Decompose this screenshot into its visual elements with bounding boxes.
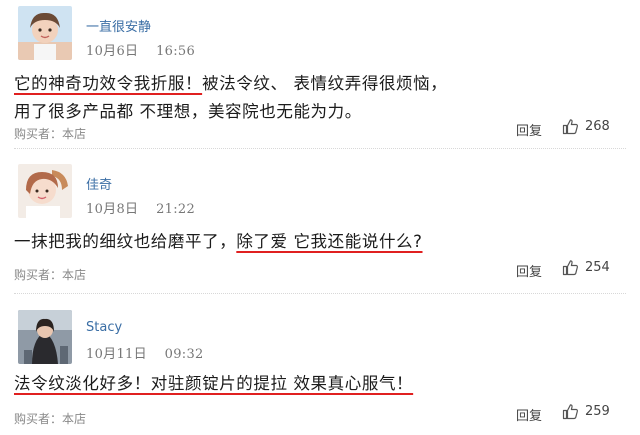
thumbs-up-icon [562, 403, 579, 420]
comment-date: 10月11日 [86, 347, 147, 362]
comment-time: 09:32 [164, 347, 204, 362]
buyer-info: 购买者：本店 [14, 412, 87, 426]
underlined-text: 法令纹淡化好多！对驻颜锭片的提拉 效果真心服气！ [14, 374, 414, 393]
username[interactable]: Stacy [86, 320, 122, 335]
reply-button[interactable]: 回复 [516, 405, 542, 424]
like-count: 254 [585, 260, 610, 275]
comment-text: 一抹把我的细纹也给磨平了，除了爱 它我还能说什么? [14, 228, 423, 256]
like-count: 259 [585, 404, 610, 419]
like-button[interactable]: 254 [562, 259, 610, 276]
comment-text: 它的神奇功效令我折服！被法令纹、 表情纹弄得很烦恼， 用了很多产品都 不理想，美… [14, 70, 447, 126]
comment-datetime: 10月6日 16:56 [86, 40, 195, 59]
reply-button[interactable]: 回复 [516, 120, 542, 139]
comment-date: 10月6日 [86, 44, 139, 59]
comment-time: 21:22 [156, 202, 196, 217]
avatar[interactable] [18, 164, 72, 218]
comment-line: 一抹把我的细纹也给磨平了，除了爱 它我还能说什么? [14, 228, 423, 256]
reply-button[interactable]: 回复 [516, 261, 542, 280]
plain-text: 用了很多产品都 不理想，美容院也无能为力。 [14, 102, 362, 121]
username[interactable]: 一直很安静 [86, 16, 151, 35]
plain-text: 被法令纹、 表情纹弄得很烦恼， [202, 74, 448, 93]
underlined-text: 它的神奇功效令我折服！ [14, 74, 203, 93]
divider [14, 148, 626, 149]
comment-datetime: 10月11日 09:32 [86, 343, 204, 362]
comment-line: 法令纹淡化好多！对驻颜锭片的提拉 效果真心服气！ [14, 370, 413, 398]
buyer-info: 购买者：本店 [14, 268, 87, 282]
comment-line: 它的神奇功效令我折服！被法令纹、 表情纹弄得很烦恼， [14, 70, 447, 98]
comment-time: 16:56 [156, 44, 196, 59]
underlined-text: 除了爱 它我还能说什么? [236, 232, 423, 251]
like-count: 268 [585, 119, 610, 134]
like-button[interactable]: 268 [562, 118, 610, 135]
plain-text: 一抹把我的细纹也给磨平了， [14, 232, 237, 251]
comment-datetime: 10月8日 21:22 [86, 198, 195, 217]
comment-text: 法令纹淡化好多！对驻颜锭片的提拉 效果真心服气！ [14, 370, 413, 398]
comment-date: 10月8日 [86, 202, 139, 217]
avatar[interactable] [18, 6, 72, 60]
username[interactable]: 佳奇 [86, 174, 112, 193]
divider [14, 293, 626, 294]
comment-line: 用了很多产品都 不理想，美容院也无能为力。 [14, 98, 447, 126]
thumbs-up-icon [562, 118, 579, 135]
avatar[interactable] [18, 310, 72, 364]
like-button[interactable]: 259 [562, 403, 610, 420]
thumbs-up-icon [562, 259, 579, 276]
buyer-info: 购买者：本店 [14, 127, 87, 141]
